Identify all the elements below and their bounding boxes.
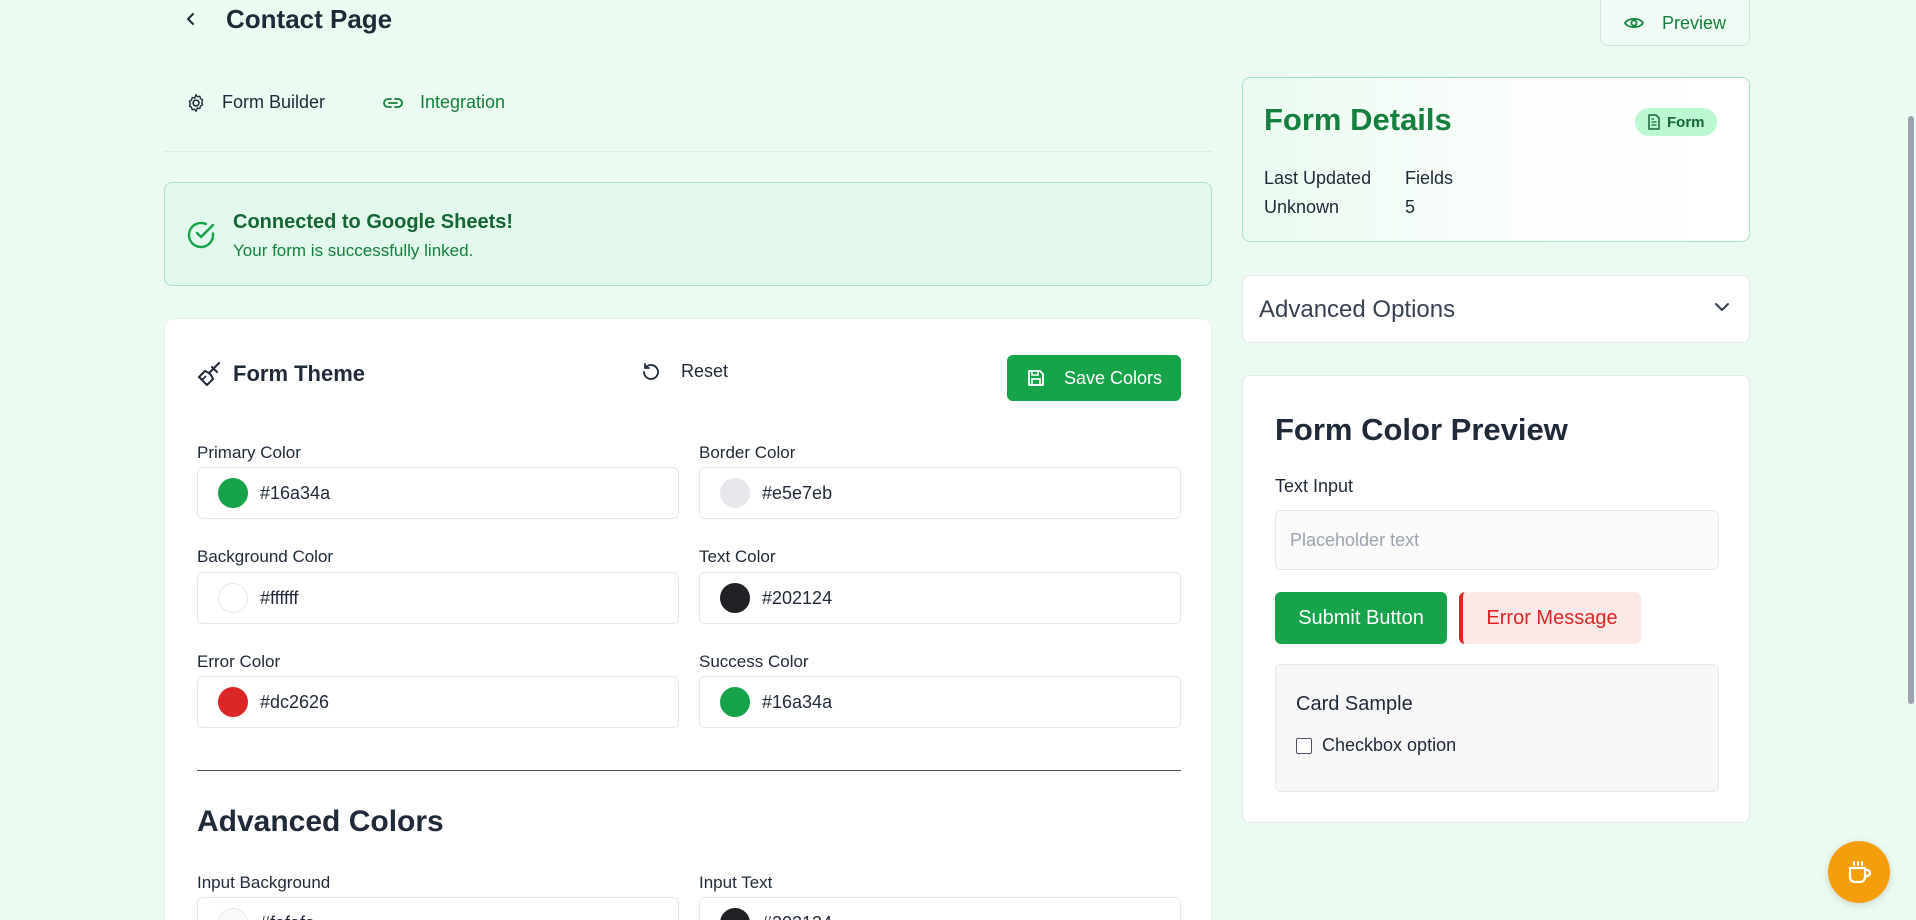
check-circle-icon bbox=[187, 221, 215, 249]
fields-value: 5 bbox=[1405, 197, 1416, 217]
border-color-label: Border Color bbox=[699, 443, 796, 462]
reset-label: Reset bbox=[681, 361, 729, 381]
gear-icon bbox=[188, 93, 204, 112]
text-color-swatch[interactable] bbox=[720, 583, 750, 613]
save-label: Save Colors bbox=[1063, 367, 1163, 388]
last-updated-value: Unknown bbox=[1264, 197, 1340, 217]
primary-color-swatch[interactable] bbox=[218, 478, 248, 508]
banner-subtitle: Your form is successfully linked. bbox=[233, 241, 474, 260]
checkbox[interactable] bbox=[1296, 737, 1312, 754]
primary-color-field[interactable]: #16a34a bbox=[197, 467, 679, 519]
text-color-value: #202124 bbox=[762, 587, 833, 608]
input-background-swatch[interactable] bbox=[218, 908, 248, 920]
text-color-label: Text Color bbox=[699, 547, 776, 566]
tab-form-builder[interactable]: Form Builder bbox=[186, 92, 325, 113]
chevron-left-icon bbox=[187, 13, 194, 25]
success-color-value: #16a34a bbox=[762, 691, 833, 712]
preview-text-input[interactable] bbox=[1275, 510, 1719, 570]
input-text-value: #202124 bbox=[762, 913, 832, 920]
form-theme-title: Form Theme bbox=[233, 361, 366, 386]
error-color-label: Error Color bbox=[197, 652, 281, 671]
rotate-ccw-icon bbox=[643, 362, 659, 380]
link-icon bbox=[383, 97, 403, 108]
banner-title: Connected to Google Sheets! bbox=[233, 211, 514, 233]
error-color-field[interactable]: #dc2626 bbox=[197, 676, 679, 728]
form-badge: Form bbox=[1635, 108, 1717, 136]
reset-button[interactable]: Reset bbox=[641, 361, 728, 382]
coffee-icon bbox=[1848, 861, 1872, 884]
background-color-value: #ffffff bbox=[260, 587, 299, 608]
border-color-swatch[interactable] bbox=[720, 478, 750, 508]
coffee-button[interactable] bbox=[1828, 841, 1890, 903]
page-scrollbar[interactable] bbox=[1906, 0, 1916, 920]
tab-integration[interactable]: Integration bbox=[382, 92, 505, 113]
save-icon bbox=[1028, 370, 1044, 386]
checkbox-option[interactable]: Checkbox option bbox=[1296, 735, 1456, 756]
page-title: Contact Page bbox=[226, 4, 393, 34]
form-theme-card: Form Theme Reset Save Colors Primary Col… bbox=[164, 318, 1212, 920]
primary-color-label: Primary Color bbox=[197, 443, 301, 462]
paintbrush-icon bbox=[198, 362, 220, 386]
success-color-label: Success Color bbox=[699, 652, 809, 671]
card-sample: Card Sample Checkbox option bbox=[1275, 664, 1719, 792]
input-background-field[interactable]: #fafafa bbox=[197, 897, 679, 920]
file-text-icon bbox=[1648, 114, 1660, 130]
last-updated-label: Last Updated bbox=[1264, 168, 1372, 188]
input-text-field[interactable]: #202124 bbox=[699, 897, 1181, 920]
advanced-options-toggle[interactable]: Advanced Options bbox=[1242, 275, 1750, 343]
preview-label: Preview bbox=[1661, 12, 1727, 33]
background-color-swatch[interactable] bbox=[218, 583, 248, 613]
border-color-value: #e5e7eb bbox=[762, 482, 833, 503]
background-color-field[interactable]: #ffffff bbox=[197, 572, 679, 624]
text-input-label: Text Input bbox=[1275, 476, 1354, 496]
chevron-down-icon bbox=[1715, 303, 1729, 311]
advanced-options-label: Advanced Options bbox=[1259, 296, 1456, 323]
form-details-card: Form Details Form Last Updated Unknown F… bbox=[1242, 77, 1750, 242]
form-details-title: Form Details bbox=[1264, 102, 1452, 137]
scrollbar-thumb[interactable] bbox=[1908, 116, 1914, 704]
background-color-label: Background Color bbox=[197, 547, 334, 566]
submit-button[interactable]: Submit Button bbox=[1275, 592, 1447, 644]
input-text-swatch[interactable] bbox=[720, 908, 750, 920]
tab-label: Integration bbox=[420, 92, 506, 112]
border-color-field[interactable]: #e5e7eb bbox=[699, 467, 1181, 519]
error-color-value: #dc2626 bbox=[260, 691, 330, 712]
success-color-field[interactable]: #16a34a bbox=[699, 676, 1181, 728]
save-colors-button[interactable]: Save Colors bbox=[1007, 355, 1181, 401]
input-background-label: Input Background bbox=[197, 873, 331, 892]
back-button[interactable] bbox=[178, 6, 204, 32]
primary-color-value: #16a34a bbox=[260, 482, 331, 503]
form-badge-label: Form bbox=[1667, 113, 1705, 131]
section-divider bbox=[197, 770, 1181, 771]
advanced-colors-title: Advanced Colors bbox=[197, 805, 444, 838]
card-sample-title: Card Sample bbox=[1296, 693, 1413, 715]
error-message: Error Message bbox=[1459, 592, 1641, 644]
form-color-preview-card: Form Color Preview Text Input Submit But… bbox=[1242, 375, 1750, 823]
form-color-preview-title: Form Color Preview bbox=[1275, 412, 1568, 447]
success-color-swatch[interactable] bbox=[720, 687, 750, 717]
error-color-swatch[interactable] bbox=[218, 687, 248, 717]
tab-bar: Form Builder Integration bbox=[164, 80, 1212, 152]
preview-button[interactable]: Preview bbox=[1600, 0, 1750, 46]
tab-label: Form Builder bbox=[222, 92, 326, 112]
connected-banner: Connected to Google Sheets! Your form is… bbox=[164, 182, 1212, 286]
fields-label: Fields bbox=[1405, 168, 1454, 188]
input-background-value: #fafafa bbox=[260, 913, 315, 920]
text-color-field[interactable]: #202124 bbox=[699, 572, 1181, 624]
eye-icon bbox=[1623, 17, 1644, 29]
checkbox-label: Checkbox option bbox=[1322, 735, 1457, 755]
input-text-label: Input Text bbox=[699, 873, 773, 892]
